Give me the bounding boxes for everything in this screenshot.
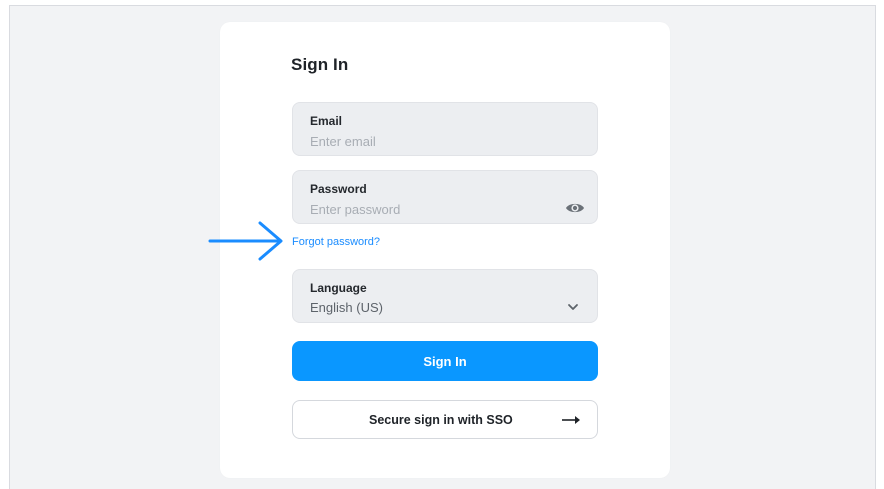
password-label: Password — [310, 182, 367, 196]
chevron-down-icon — [568, 304, 578, 310]
email-input[interactable] — [310, 132, 550, 150]
sso-sign-in-button[interactable]: Secure sign in with SSO — [292, 400, 598, 439]
sign-in-button[interactable]: Sign In — [292, 341, 598, 381]
eye-icon[interactable] — [565, 201, 585, 215]
password-input[interactable] — [310, 200, 550, 218]
language-label: Language — [310, 281, 367, 295]
email-field-container[interactable]: Email — [292, 102, 598, 156]
language-selected-value: English (US) — [310, 300, 383, 315]
page-title: Sign In — [291, 55, 349, 74]
sso-button-label: Secure sign in with SSO — [369, 413, 513, 427]
password-field-container[interactable]: Password — [292, 170, 598, 224]
forgot-password-link[interactable]: Forgot password? — [292, 236, 380, 248]
language-select[interactable]: Language English (US) — [292, 269, 598, 323]
arrow-right-icon — [562, 416, 580, 424]
annotation-arrow-icon — [208, 221, 283, 261]
email-label: Email — [310, 114, 343, 128]
